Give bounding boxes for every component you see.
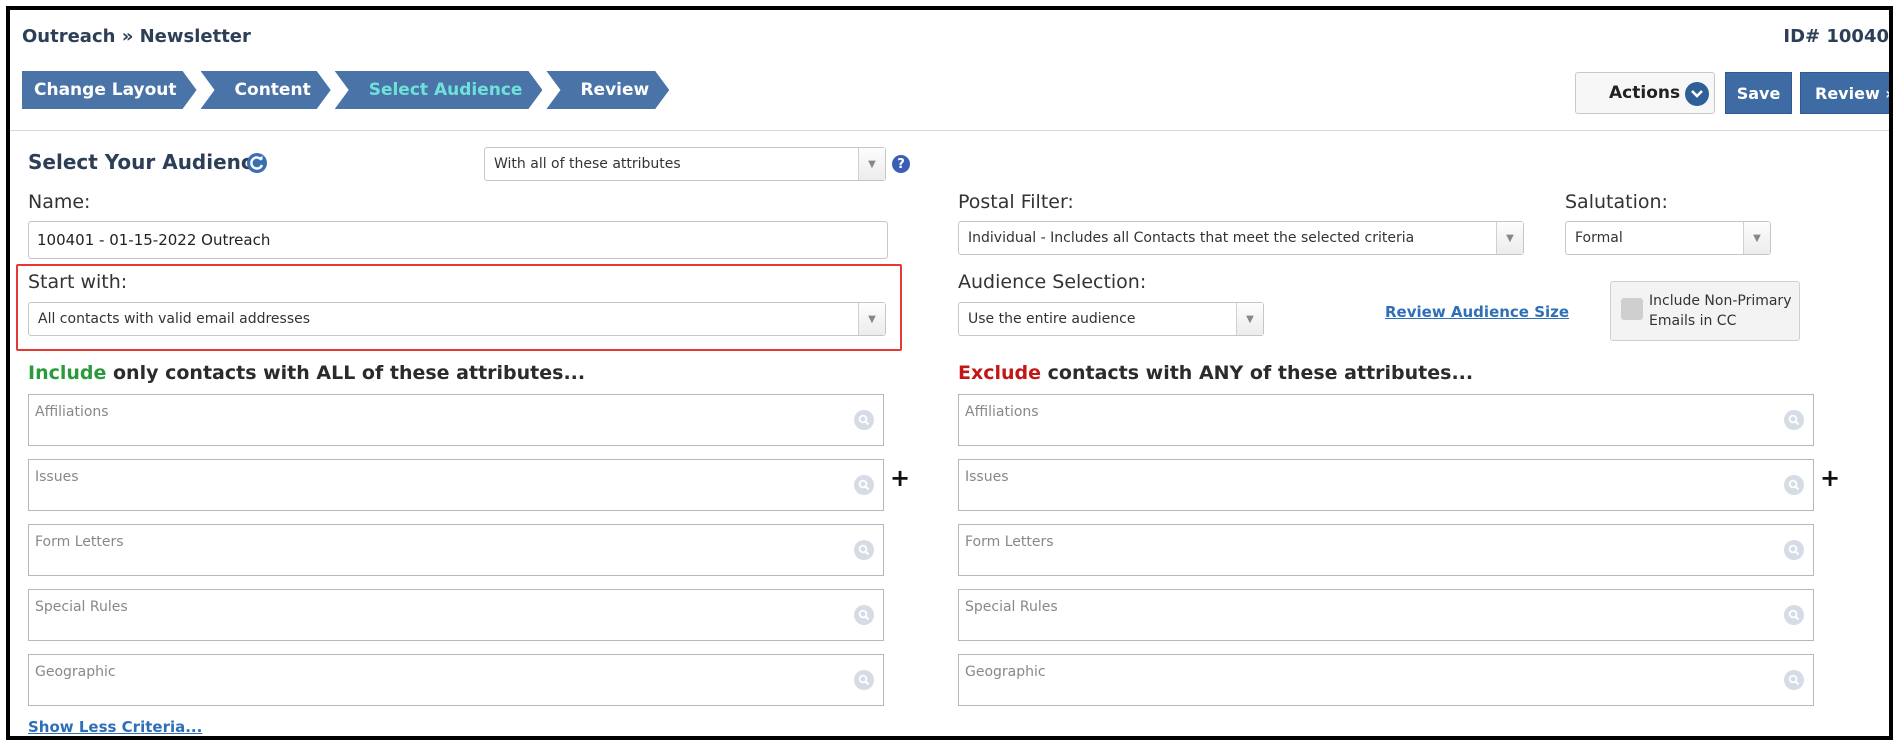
review-audience-size-link[interactable]: Review Audience Size	[1385, 303, 1569, 321]
postal-filter-label: Postal Filter:	[958, 191, 1074, 213]
field-placeholder: Special Rules	[35, 599, 128, 615]
audience-selection-value: Use the entire audience	[968, 311, 1136, 327]
dropdown-arrow-icon: ▼	[858, 148, 885, 180]
audience-title: Select Your Audience	[28, 150, 266, 174]
search-icon[interactable]	[1784, 475, 1804, 495]
exclude-geographic-field[interactable]: Geographic	[958, 654, 1814, 706]
dropdown-arrow-icon: ▼	[1496, 222, 1523, 254]
include-non-primary-toggle[interactable]: Include Non-Primary Emails in CC	[1610, 281, 1800, 341]
field-placeholder: Geographic	[965, 664, 1046, 680]
wizard-steps: Change Layout Content Select Audience Re…	[22, 71, 673, 109]
include-special-rules-field[interactable]: Special Rules	[28, 589, 884, 641]
exclude-special-rules-field[interactable]: Special Rules	[958, 589, 1814, 641]
dropdown-arrow-icon: ▼	[858, 303, 885, 335]
search-icon[interactable]	[854, 540, 874, 560]
field-placeholder: Affiliations	[965, 404, 1039, 420]
audience-selection-select[interactable]: Use the entire audience ▼	[958, 302, 1264, 336]
exclude-form-letters-field[interactable]: Form Letters	[958, 524, 1814, 576]
exclude-keyword: Exclude	[958, 362, 1042, 384]
start-with-select[interactable]: All contacts with valid email addresses …	[28, 302, 886, 336]
breadcrumb: Outreach » Newsletter	[22, 26, 251, 47]
search-icon[interactable]	[854, 605, 874, 625]
audience-selection-label: Audience Selection:	[958, 271, 1147, 293]
exclude-heading-text: contacts with ANY of these attributes...	[1041, 362, 1474, 384]
audience-title-text: Select Your Audience	[28, 150, 267, 174]
step-change-layout[interactable]: Change Layout	[22, 71, 197, 109]
include-issues-field[interactable]: Issues	[28, 459, 884, 511]
search-icon[interactable]	[854, 475, 874, 495]
search-icon[interactable]	[854, 670, 874, 690]
save-button[interactable]: Save	[1725, 72, 1792, 114]
exclude-heading: Exclude contacts with ANY of these attri…	[958, 362, 1473, 384]
actions-button[interactable]: Actions	[1575, 72, 1715, 114]
start-with-label: Start with:	[28, 271, 128, 293]
field-placeholder: Affiliations	[35, 404, 109, 420]
name-label: Name:	[28, 191, 91, 213]
refresh-icon[interactable]	[246, 152, 268, 174]
exclude-issues-field[interactable]: Issues	[958, 459, 1814, 511]
postal-filter-select[interactable]: Individual - Includes all Contacts that …	[958, 221, 1524, 255]
match-mode-select[interactable]: With all of these attributes ▼	[484, 147, 886, 181]
search-icon[interactable]	[854, 410, 874, 430]
field-placeholder: Issues	[35, 469, 79, 485]
field-placeholder: Issues	[965, 469, 1009, 485]
actions-label: Actions	[1609, 83, 1681, 103]
show-less-criteria-link[interactable]: Show Less Criteria...	[28, 718, 202, 736]
search-icon[interactable]	[1784, 410, 1804, 430]
exclude-affiliations-field[interactable]: Affiliations	[958, 394, 1814, 446]
include-keyword: Include	[28, 362, 107, 384]
search-icon[interactable]	[1784, 605, 1804, 625]
header-bar: Outreach » Newsletter ID# 10040 Change L…	[10, 10, 1889, 131]
include-heading-text: only contacts with ALL of these attribut…	[106, 362, 586, 384]
app-window: Outreach » Newsletter ID# 10040 Change L…	[6, 6, 1893, 740]
salutation-value: Formal	[1575, 230, 1623, 246]
include-geographic-field[interactable]: Geographic	[28, 654, 884, 706]
record-id: ID# 10040	[1783, 26, 1889, 47]
postal-filter-value: Individual - Includes all Contacts that …	[968, 230, 1415, 246]
include-heading: Include only contacts with ALL of these …	[28, 362, 585, 384]
include-non-primary-label: Include Non-Primary Emails in CC	[1649, 293, 1792, 329]
field-placeholder: Form Letters	[35, 534, 124, 550]
salutation-label: Salutation:	[1565, 191, 1668, 213]
step-select-audience[interactable]: Select Audience	[335, 71, 543, 109]
search-icon[interactable]	[1784, 540, 1804, 560]
include-affiliations-field[interactable]: Affiliations	[28, 394, 884, 446]
field-placeholder: Geographic	[35, 664, 116, 680]
match-mode-value: With all of these attributes	[494, 156, 681, 172]
include-form-letters-field[interactable]: Form Letters	[28, 524, 884, 576]
step-review[interactable]: Review	[546, 71, 669, 109]
add-criteria-plus-icon[interactable]: +	[1820, 466, 1840, 490]
name-input[interactable]: 100401 - 01-15-2022 Outreach	[28, 221, 888, 259]
start-with-value: All contacts with valid email addresses	[38, 311, 311, 327]
step-content[interactable]: Content	[201, 71, 331, 109]
chevron-down-icon	[1685, 82, 1709, 106]
field-placeholder: Special Rules	[965, 599, 1058, 615]
dropdown-arrow-icon: ▼	[1236, 303, 1263, 335]
field-placeholder: Form Letters	[965, 534, 1054, 550]
review-button[interactable]: Review »	[1800, 72, 1889, 114]
help-icon[interactable]: ?	[892, 155, 910, 173]
dropdown-arrow-icon: ▼	[1743, 222, 1770, 254]
search-icon[interactable]	[1784, 670, 1804, 690]
checkbox[interactable]	[1621, 298, 1643, 320]
add-criteria-plus-icon[interactable]: +	[890, 466, 910, 490]
salutation-select[interactable]: Formal ▼	[1565, 221, 1771, 255]
